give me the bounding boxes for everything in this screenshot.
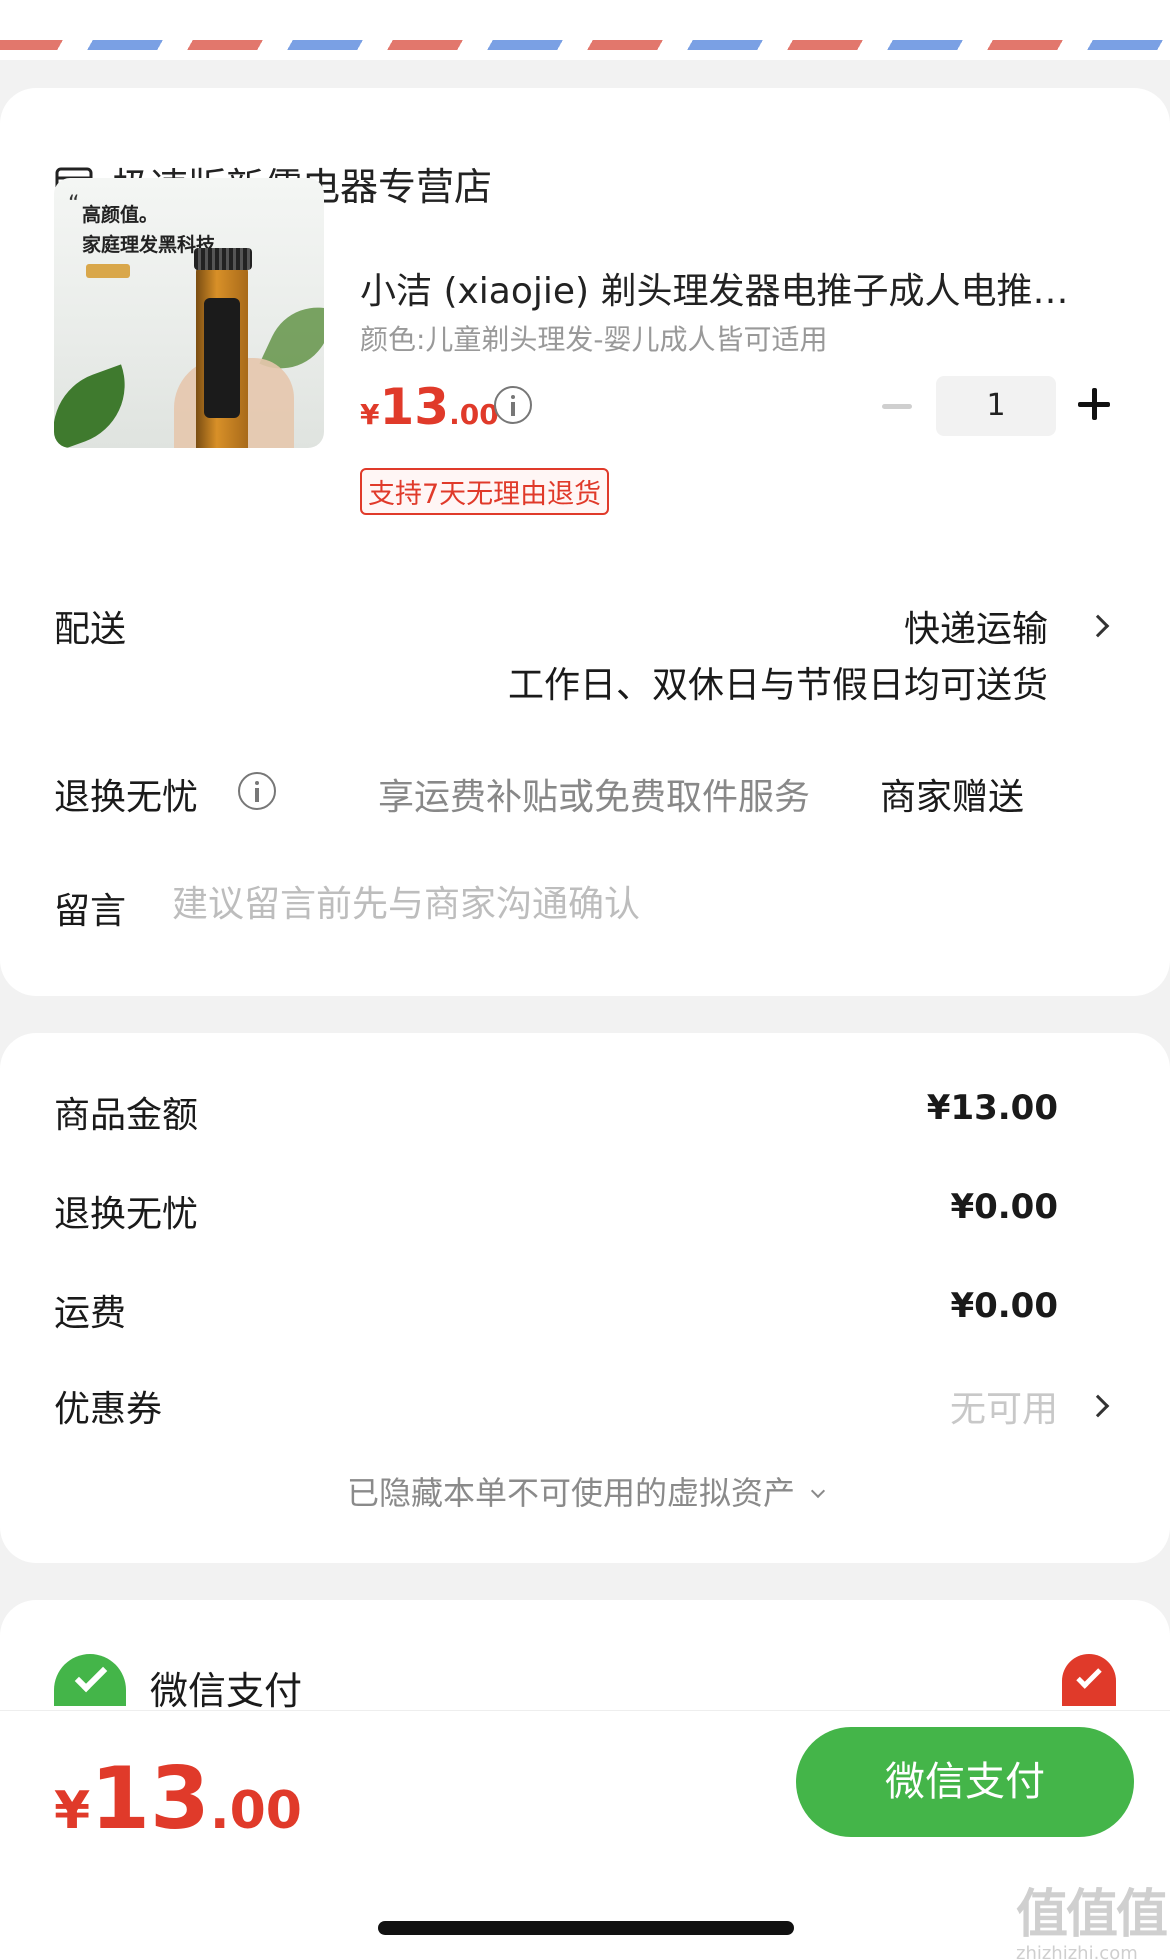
amount-value: ¥0.00 bbox=[950, 1286, 1058, 1326]
worry-free-label: 退换无忧 bbox=[54, 777, 199, 818]
return-policy-badge: 支持7天无理由退货 bbox=[360, 468, 610, 515]
price-info-icon[interactable] bbox=[494, 386, 532, 424]
shipping-detail[interactable]: 工作日、双休日与节假日均可送货 bbox=[508, 656, 1048, 708]
shipping-method[interactable]: 快递运输 bbox=[904, 600, 1048, 652]
quantity-field[interactable]: 1 bbox=[936, 376, 1056, 436]
chevron-right-icon[interactable] bbox=[1086, 1394, 1110, 1418]
worry-free-info-icon[interactable] bbox=[238, 772, 276, 810]
hidden-assets-toggle[interactable]: 已隐藏本单不可使用的虚拟资产 bbox=[0, 1468, 1170, 1514]
image-caption-1: 高颜值。 bbox=[82, 204, 159, 226]
product-image[interactable]: “ 高颜值。 家庭理发黑科技 bbox=[54, 178, 324, 448]
amount-row-worry-free: 退换无忧 ¥0.00 bbox=[54, 1185, 1170, 1235]
shipping-label: 配送 bbox=[54, 609, 127, 650]
payment-selected-checkmark-icon[interactable] bbox=[1062, 1654, 1116, 1706]
amount-row-goods: 商品金额 ¥13.00 bbox=[54, 1086, 1170, 1136]
product-price: ¥ 13 .00 bbox=[360, 378, 499, 436]
worry-free-value: 商家赠送 bbox=[880, 777, 1025, 818]
quantity-decrease-button[interactable] bbox=[882, 404, 912, 409]
pay-button[interactable]: 微信支付 bbox=[796, 1727, 1134, 1837]
hidden-assets-text: 已隐藏本单不可使用的虚拟资产 bbox=[346, 1474, 795, 1512]
amount-label: 商品金额 bbox=[54, 1095, 199, 1136]
quantity-increase-button[interactable] bbox=[1078, 388, 1110, 420]
amount-row-shipping: 运费 ¥0.00 bbox=[54, 1284, 1170, 1334]
amount-label: 运费 bbox=[54, 1293, 127, 1334]
total-price: ¥ 13 .00 bbox=[54, 1749, 302, 1849]
product-title[interactable]: 小洁 (xiaojie) 剃头理发器电推子成人电推… bbox=[360, 262, 1120, 314]
message-label: 留言 bbox=[54, 891, 127, 932]
product-spec[interactable]: 颜色:儿童剃头理发-婴儿成人皆可适用 bbox=[360, 318, 828, 358]
payment-method-label[interactable]: 微信支付 bbox=[150, 1660, 302, 1715]
amount-label: 退换无忧 bbox=[54, 1194, 199, 1235]
home-indicator[interactable] bbox=[378, 1921, 794, 1935]
coupon-label: 优惠券 bbox=[54, 1389, 163, 1430]
chevron-down-icon bbox=[810, 1483, 826, 1499]
coupon-value: 无可用 bbox=[949, 1389, 1058, 1430]
worry-free-description: 享运费补贴或免费取件服务 bbox=[378, 777, 811, 818]
amount-value: ¥13.00 bbox=[926, 1088, 1058, 1128]
coupon-row[interactable]: 优惠券 无可用 bbox=[54, 1380, 1170, 1430]
amount-value: ¥0.00 bbox=[950, 1187, 1058, 1227]
checkout-bar: ¥ 13 .00 微信支付 bbox=[0, 1710, 1170, 1960]
message-input[interactable] bbox=[172, 876, 1072, 932]
watermark-logo: 值值值 zhizhizhi.com bbox=[1016, 1885, 1168, 1960]
envelope-stripe-border bbox=[0, 0, 1170, 60]
